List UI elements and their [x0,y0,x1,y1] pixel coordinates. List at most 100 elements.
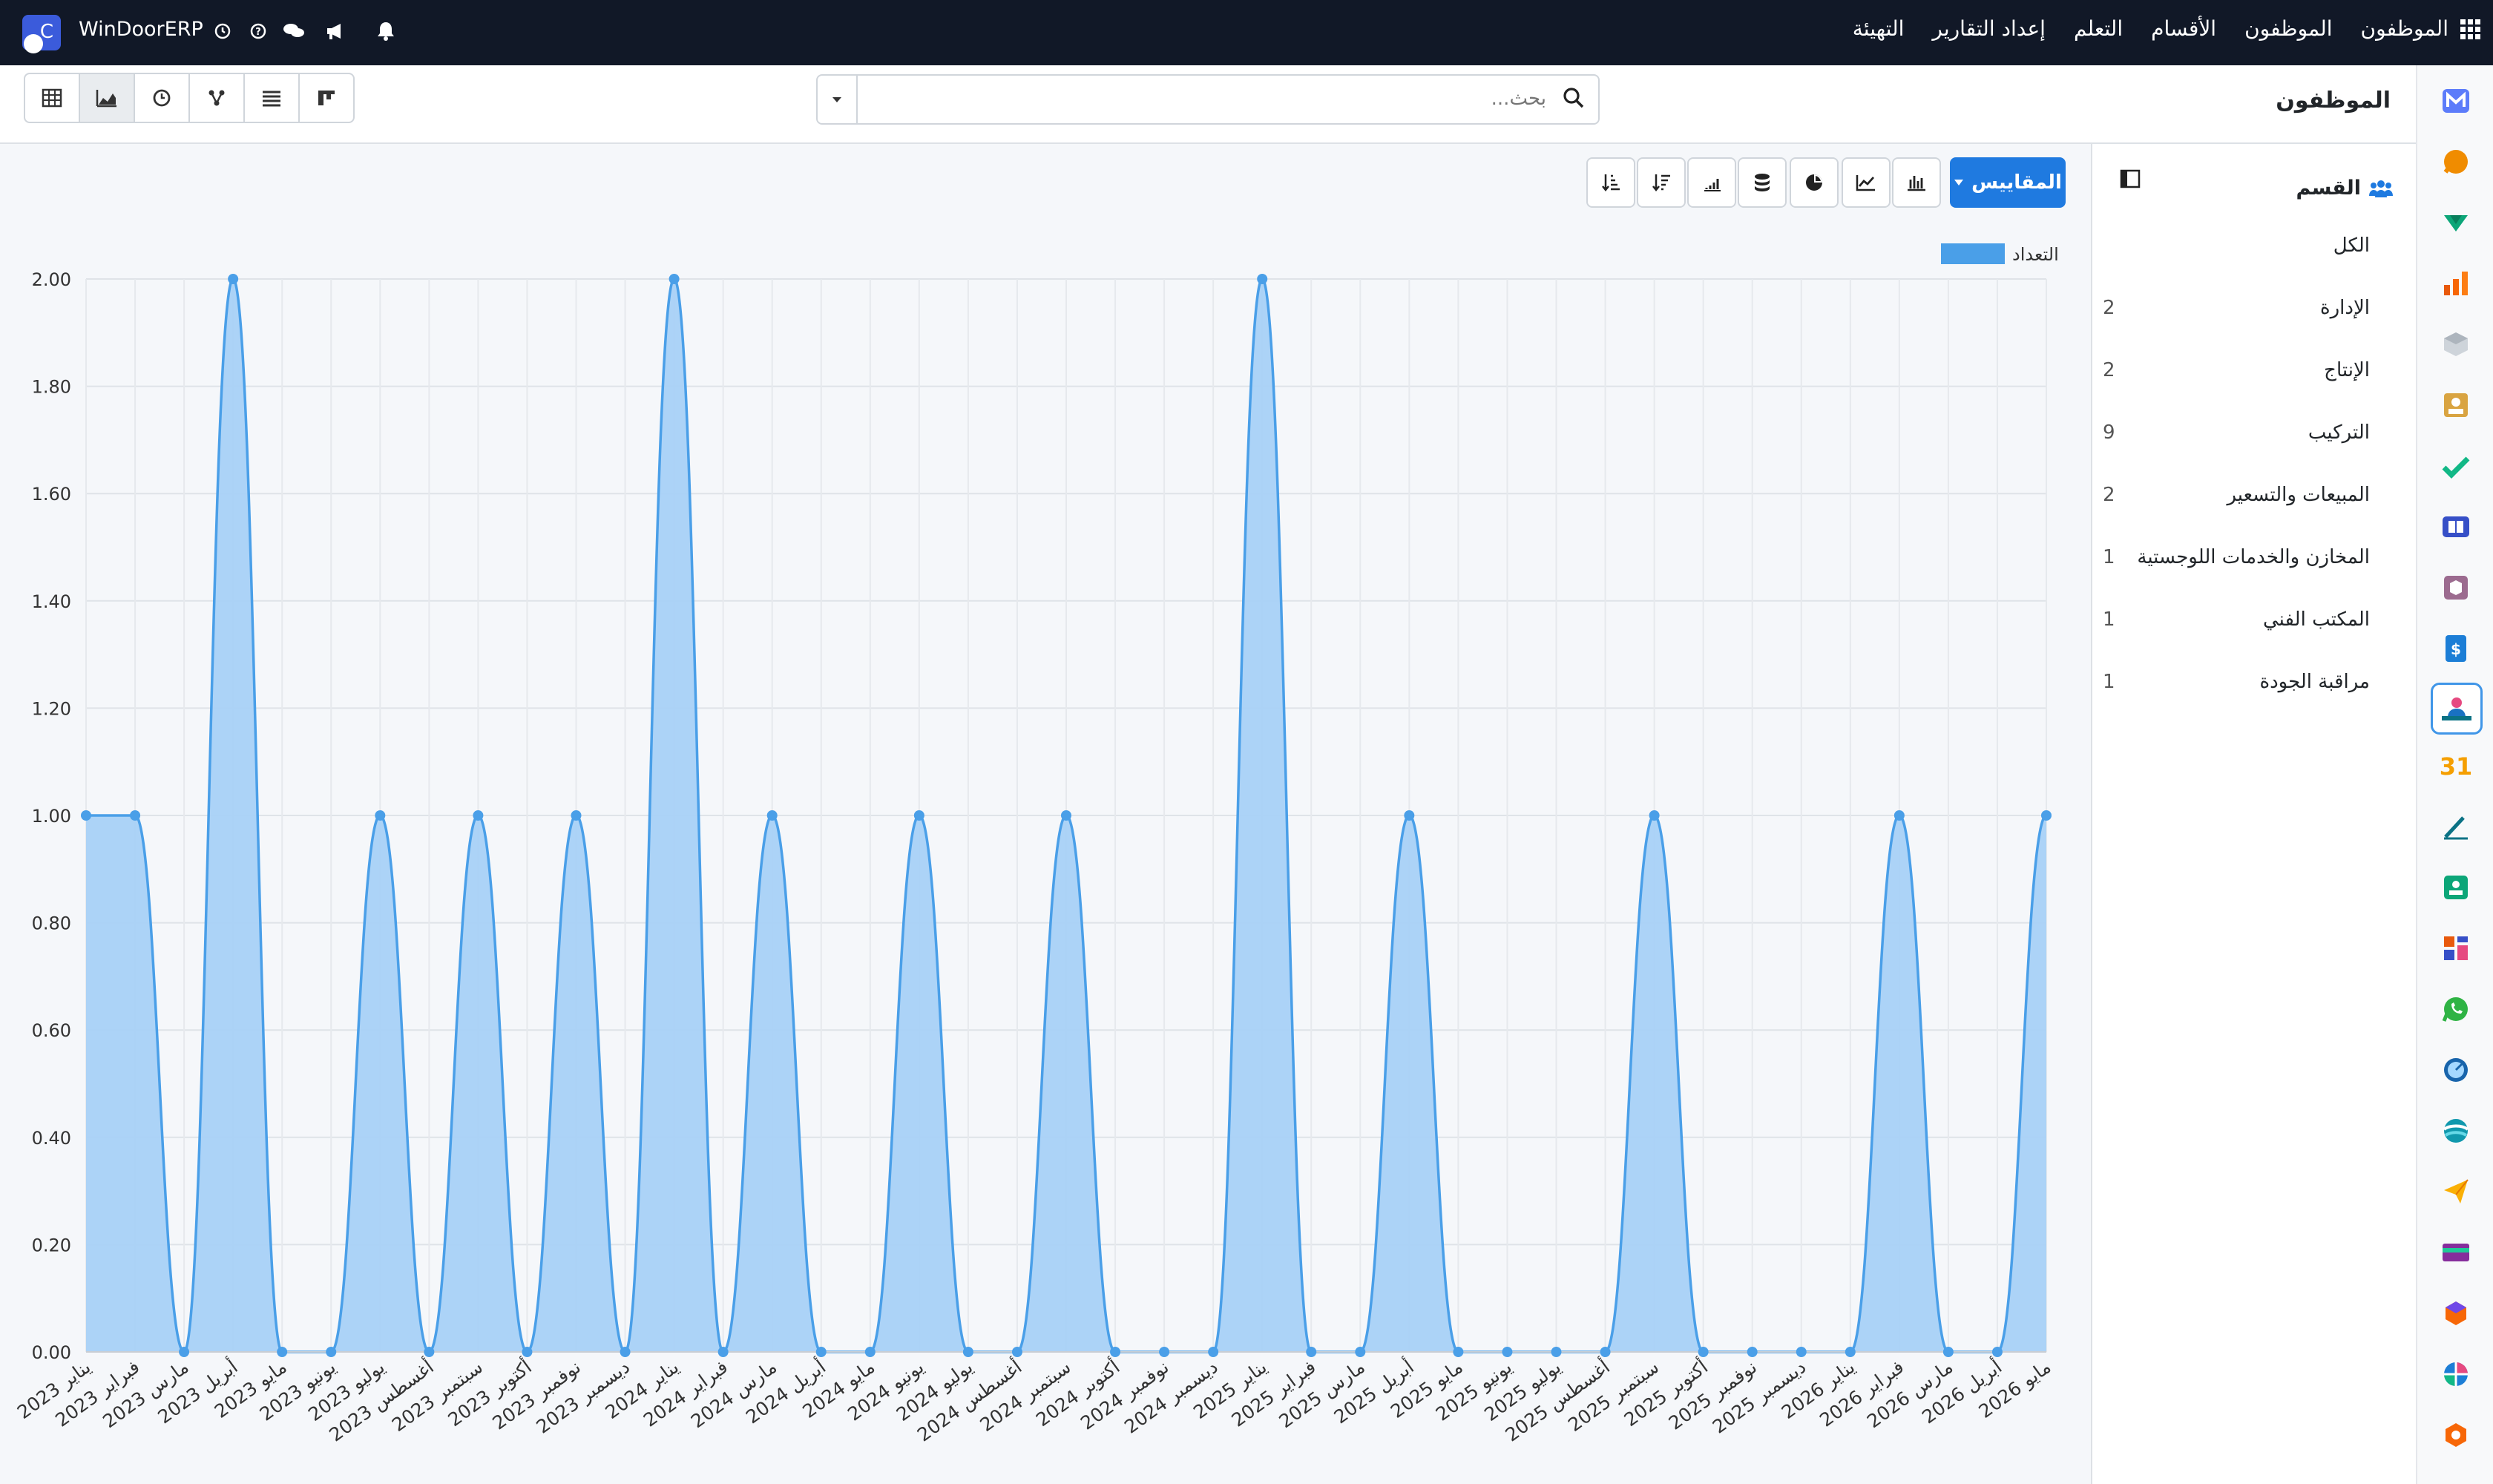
brand-logo[interactable]: C [22,15,61,53]
category-item-administration[interactable]: الإدارة 2 [2103,297,2370,334]
search-icon[interactable] [1563,86,1585,113]
app-project-icon[interactable] [2437,447,2475,485]
hierarchy-view-button[interactable] [188,73,245,123]
top-menu: الموظفون الموظفون الأقسام التعلم إعداد ا… [1853,16,2448,41]
chat-icon[interactable] [279,16,309,46]
category-item-production[interactable]: الإنتاج 2 [2103,359,2370,396]
category-label: التركيب [2308,421,2370,444]
app-whatsapp-icon[interactable] [2437,990,2475,1028]
category-count: 2 [2103,484,2115,506]
control-panel: الموظفون [0,65,2416,144]
menu-learning[interactable]: التعلم [2074,16,2123,41]
view-switcher [24,73,355,123]
app-settings-icon[interactable] [2437,1416,2475,1454]
data-point [864,1347,876,1357]
app-sales-icon[interactable] [2437,264,2475,303]
menu-reporting[interactable]: إعداد التقارير [1932,16,2046,41]
app-sign-icon[interactable] [2437,807,2475,846]
clock-icon[interactable] [208,16,237,46]
app-invoicing-icon[interactable]: $ [2437,629,2475,668]
brand-name[interactable]: WinDoorERP [79,18,203,41]
data-point [1502,1347,1513,1357]
data-point [620,1347,631,1357]
category-item-all[interactable]: الكل [2103,234,2370,272]
data-point [1649,810,1660,821]
app-payroll-icon[interactable] [2437,1233,2475,1272]
menu-employees[interactable]: الموظفون [2244,16,2332,41]
y-tick-label: 2.00 [32,269,71,290]
pivot-view-button[interactable] [24,73,80,123]
data-point [1698,1347,1709,1357]
data-point [375,810,386,821]
list-view-button[interactable] [243,73,300,123]
data-point [81,810,91,821]
help-icon[interactable]: ? [243,16,273,46]
app-contacts-icon[interactable] [2437,386,2475,424]
search-options-dropdown[interactable] [818,76,858,123]
megaphone-icon[interactable] [321,16,350,46]
users-icon [2369,180,2393,197]
svg-text:?: ? [255,27,261,38]
app-employees-icon[interactable] [2431,683,2483,735]
bell-icon[interactable] [371,16,401,46]
menu-departments[interactable]: الأقسام [2151,16,2216,41]
data-point [815,1347,827,1357]
app-mail-icon[interactable] [2437,82,2475,120]
category-item-installation[interactable]: التركيب 9 [2103,421,2370,459]
category-label: المخازن والخدمات اللوجستية [2137,546,2370,568]
data-point [1306,1347,1317,1357]
app-inventory-icon[interactable] [2437,325,2475,364]
y-tick-label: 0.20 [32,1235,71,1255]
app-email-marketing-icon[interactable] [2437,1172,2475,1211]
category-label: الإنتاج [2324,359,2370,381]
graph-view-button[interactable] [79,73,135,123]
data-point [1551,1347,1562,1357]
category-count: 2 [2103,359,2115,381]
app-knowledge-icon[interactable] [2437,508,2475,546]
category-item-warehouses[interactable]: المخازن والخدمات اللوجستية 1 [2103,546,2370,583]
y-tick-label: 1.00 [32,806,71,827]
data-point [1796,1347,1807,1357]
search-bar [816,74,1600,125]
data-point [1159,1347,1170,1357]
y-tick-label: 0.60 [32,1020,71,1041]
category-item-quality[interactable]: مراقبة الجودة 1 [2103,671,2370,708]
data-point [1355,1347,1366,1357]
svg-text:31: 31 [2440,752,2472,781]
app-spreadsheet-icon[interactable] [2437,1355,2475,1393]
app-dashboard-icon[interactable] [2437,929,2475,968]
category-label: الكل [2333,234,2370,257]
data-point [179,1347,190,1357]
category-count: 9 [2103,421,2115,444]
kanban-view-button[interactable] [298,73,355,123]
apps-grid-icon[interactable] [2459,18,2483,45]
data-point [2041,810,2052,821]
data-point [473,810,484,821]
panel-toggle-icon[interactable] [2119,168,2141,193]
app-rail: $ 31 [2416,65,2493,1484]
app-calendar-icon[interactable]: 31 [2437,746,2475,785]
app-id-card-icon[interactable] [2437,868,2475,907]
category-label: مراقبة الجودة [2259,671,2370,693]
activity-view-button[interactable] [134,73,190,123]
y-tick-label: 1.60 [32,484,71,505]
app-website-icon[interactable] [2437,1112,2475,1150]
data-point [1011,1347,1022,1357]
app-discuss-icon[interactable] [2437,142,2475,181]
data-point [1257,274,1268,284]
app-crm-icon[interactable] [2437,203,2475,242]
category-item-technical-office[interactable]: المكتب الفني 1 [2103,608,2370,646]
category-count: 1 [2103,546,2115,568]
app-manufacturing-icon[interactable] [2437,1294,2475,1333]
menu-configuration[interactable]: التهيئة [1853,16,1905,41]
search-input[interactable] [878,82,1546,116]
data-point [1893,810,1905,821]
app-purchase-icon[interactable] [2437,568,2475,607]
data-point [1600,1347,1611,1357]
menu-employees-app[interactable]: الموظفون [2361,16,2448,41]
app-timer-icon[interactable] [2437,1051,2475,1089]
data-point [277,1347,288,1357]
category-count: 2 [2103,297,2115,319]
category-item-sales[interactable]: المبيعات والتسعير 2 [2103,484,2370,521]
y-tick-label: 1.80 [32,377,71,398]
